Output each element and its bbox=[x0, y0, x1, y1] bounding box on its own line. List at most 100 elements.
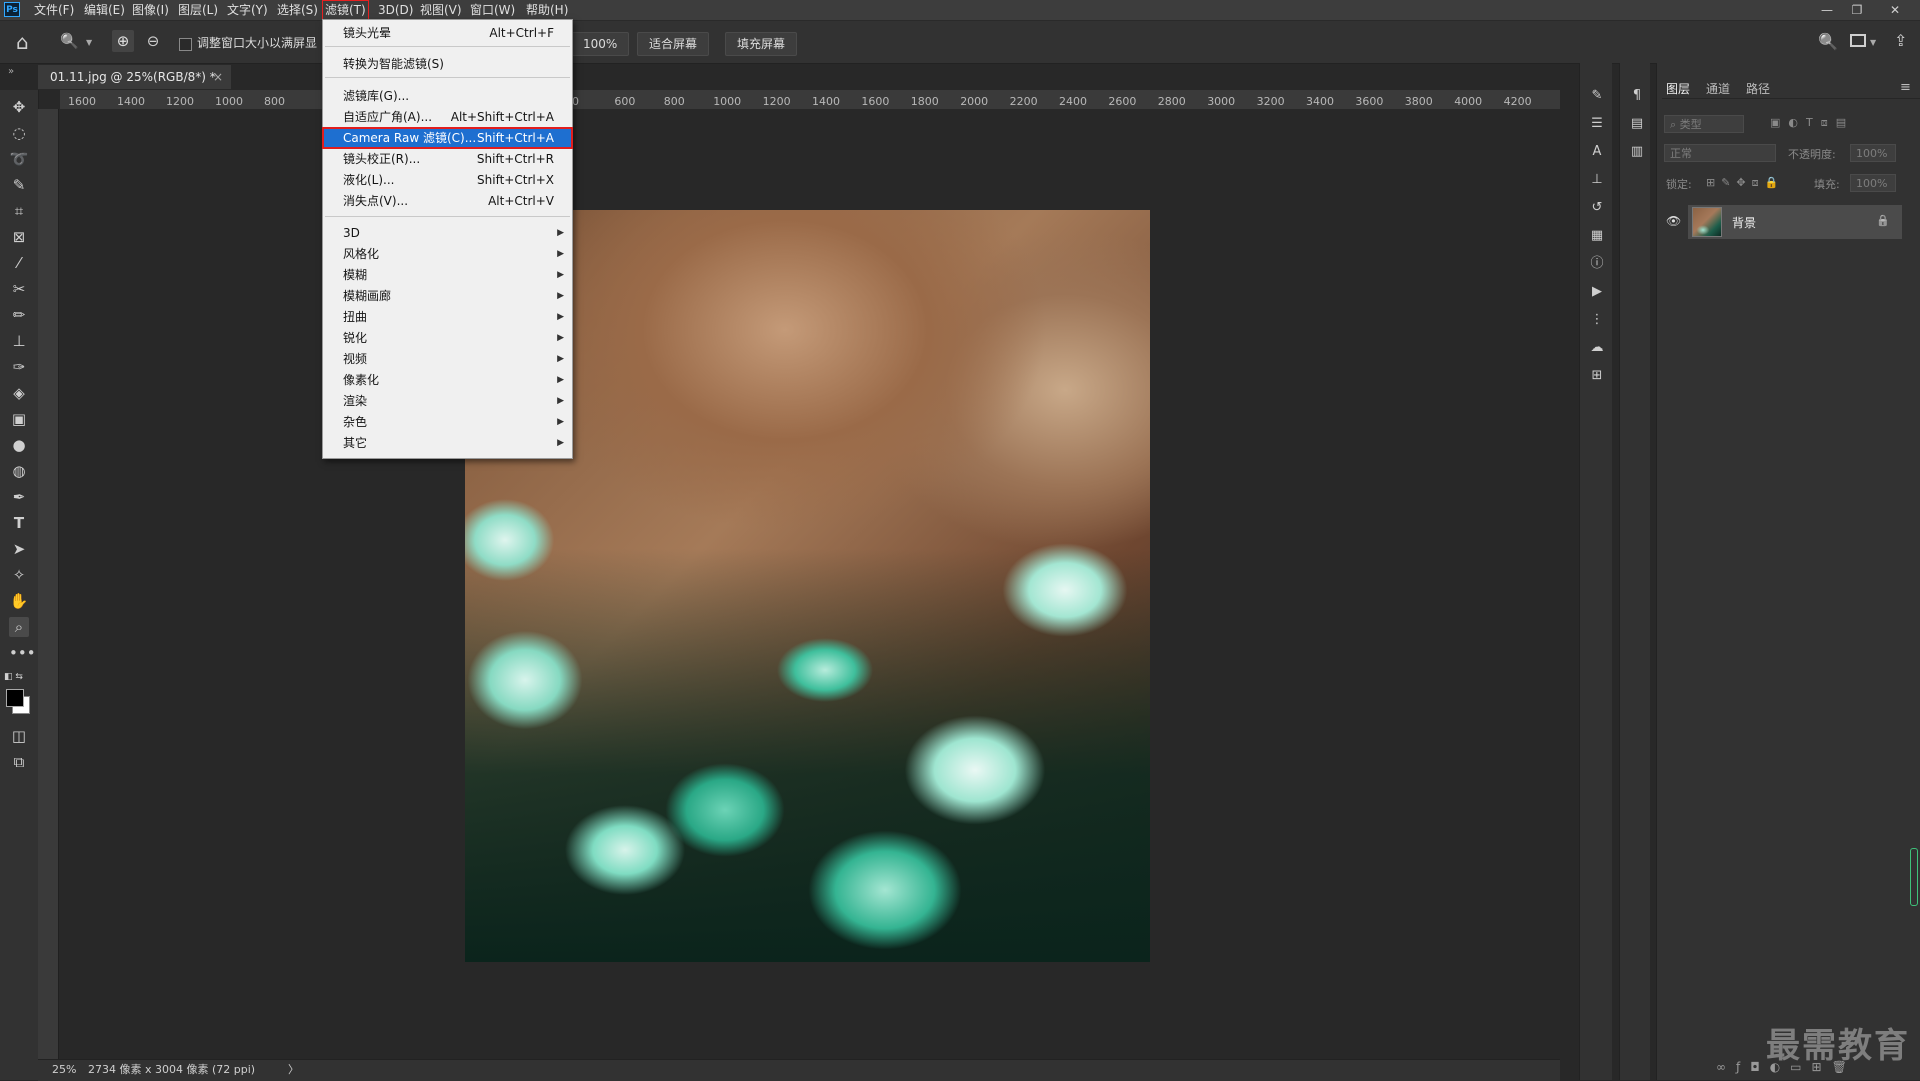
menu-filter[interactable]: 滤镜(T) bbox=[322, 0, 369, 20]
resize-windows-checkbox[interactable] bbox=[179, 38, 192, 51]
quick-select-tool-icon[interactable]: ✎ bbox=[9, 175, 29, 195]
blend-mode-select[interactable]: 正常 bbox=[1664, 144, 1776, 162]
zoom-tool-icon[interactable]: ⌕ bbox=[9, 617, 29, 637]
submenu-other[interactable]: 其它 ▶ bbox=[323, 433, 572, 453]
marquee-tool-icon[interactable]: ◌ bbox=[9, 123, 29, 143]
submenu-3d[interactable]: 3D ▶ bbox=[323, 223, 572, 243]
layer-name[interactable]: 背景 bbox=[1732, 214, 1756, 231]
actions-play-icon[interactable]: ▶ bbox=[1588, 283, 1606, 301]
zoom-in-icon[interactable]: ⊕ bbox=[112, 30, 134, 52]
submenu-sharpen[interactable]: 锐化 ▶ bbox=[323, 328, 572, 348]
brush-tool-icon[interactable]: ✏ bbox=[9, 305, 29, 325]
paragraph-icon[interactable]: ¶ bbox=[1628, 87, 1646, 105]
collapse-toolbar-icon[interactable]: » bbox=[8, 66, 14, 77]
info-icon[interactable]: ⓘ bbox=[1588, 255, 1606, 273]
menu-item-vanishing-point[interactable]: 消失点(V)... Alt+Ctrl+V bbox=[323, 191, 572, 211]
character-icon[interactable]: A bbox=[1588, 143, 1606, 161]
document-tab[interactable]: 01.11.jpg @ 25%(RGB/8*) * × bbox=[38, 65, 231, 89]
properties-icon[interactable]: ▤ bbox=[1628, 115, 1646, 133]
search-icon[interactable]: 🔍 bbox=[1818, 32, 1838, 51]
zoom-100-button[interactable]: 100% bbox=[571, 32, 630, 56]
lock-options-icons[interactable]: ⊞✎✥⧈🔒 bbox=[1706, 176, 1784, 190]
menu-3d[interactable]: 3D(D) bbox=[378, 0, 413, 20]
hand-tool-icon[interactable]: ✋ bbox=[9, 591, 29, 611]
tab-paths[interactable]: 路径 bbox=[1746, 80, 1770, 97]
history-brush-tool-icon[interactable]: ✑ bbox=[9, 357, 29, 377]
gradient-tool-icon[interactable]: ▣ bbox=[9, 409, 29, 429]
share-icon[interactable]: ⇪ bbox=[1894, 31, 1907, 50]
path-select-tool-icon[interactable]: ➤ bbox=[9, 539, 29, 559]
history-icon[interactable]: ↺ bbox=[1588, 199, 1606, 217]
more-tools-icon[interactable]: ••• bbox=[9, 643, 36, 663]
home-icon[interactable]: ⌂ bbox=[16, 30, 29, 54]
layer-filter-icons[interactable]: ▣◐T⧈▤ bbox=[1770, 116, 1854, 130]
healing-tool-icon[interactable]: ✂ bbox=[9, 279, 29, 299]
timeline-icon[interactable]: ⋮ bbox=[1588, 311, 1606, 329]
layer-filter-search[interactable]: ⌕ 类型 bbox=[1664, 115, 1744, 133]
shape-tool-icon[interactable]: ✧ bbox=[9, 565, 29, 585]
submenu-video[interactable]: 视频 ▶ bbox=[323, 349, 572, 369]
dodge-tool-icon[interactable]: ◍ bbox=[9, 461, 29, 481]
chevron-down-icon[interactable]: ▼ bbox=[86, 38, 92, 47]
submenu-blur-gallery[interactable]: 模糊画廊 ▶ bbox=[323, 286, 572, 306]
eye-visibility-icon[interactable]: 👁 bbox=[1666, 214, 1681, 228]
blur-tool-icon[interactable]: ● bbox=[9, 435, 29, 455]
eyedropper-tool-icon[interactable]: ⁄ bbox=[9, 253, 29, 273]
crop-tool-icon[interactable]: ⌗ bbox=[9, 201, 29, 221]
tab-channels[interactable]: 通道 bbox=[1706, 80, 1730, 97]
submenu-pixelate[interactable]: 像素化 ▶ bbox=[323, 370, 572, 390]
submenu-distort[interactable]: 扭曲 ▶ bbox=[323, 307, 572, 327]
menu-item-filter-gallery[interactable]: 滤镜库(G)... bbox=[323, 86, 572, 106]
minimize-icon[interactable]: — bbox=[1812, 0, 1842, 20]
frame-tool-icon[interactable]: ⊠ bbox=[9, 227, 29, 247]
lasso-tool-icon[interactable]: ➰ bbox=[9, 149, 29, 169]
pen-tool-icon[interactable]: ✒ bbox=[9, 487, 29, 507]
quick-mask-icon[interactable]: ◫ bbox=[9, 726, 29, 746]
status-zoom[interactable]: 25% bbox=[52, 1060, 76, 1080]
submenu-stylize[interactable]: 风格化 ▶ bbox=[323, 244, 572, 264]
menu-select[interactable]: 选择(S) bbox=[277, 0, 318, 20]
menu-item-lens-flare[interactable]: 镜头光晕 Alt+Ctrl+F bbox=[323, 23, 572, 43]
status-menu-arrow-icon[interactable]: 〉 bbox=[288, 1060, 299, 1080]
tab-close-icon[interactable]: × bbox=[213, 65, 223, 89]
submenu-render[interactable]: 渲染 ▶ bbox=[323, 391, 572, 411]
screen-mode-icon[interactable]: ⧉ bbox=[9, 752, 29, 772]
menu-item-lens-correction[interactable]: 镜头校正(R)... Shift+Ctrl+R bbox=[323, 149, 572, 169]
brush-settings-icon[interactable]: ✎ bbox=[1588, 87, 1606, 105]
move-tool-icon[interactable]: ✥ bbox=[9, 97, 29, 117]
menu-item-convert-smart-filter[interactable]: 转换为智能滤镜(S) bbox=[323, 54, 572, 74]
restore-icon[interactable]: ❐ bbox=[1842, 0, 1872, 20]
submenu-blur[interactable]: 模糊 ▶ bbox=[323, 265, 572, 285]
foreground-color-swatch[interactable] bbox=[6, 689, 24, 707]
submenu-noise[interactable]: 杂色 ▶ bbox=[323, 412, 572, 432]
layer-lock-icon[interactable]: 🔒 bbox=[1876, 214, 1890, 227]
3d-icon[interactable]: ☁ bbox=[1588, 339, 1606, 357]
fill-field[interactable]: 100% bbox=[1850, 174, 1896, 192]
menu-item-liquify[interactable]: 液化(L)... Shift+Ctrl+X bbox=[323, 170, 572, 190]
adjustments-icon[interactable]: ☰ bbox=[1588, 115, 1606, 133]
zoom-out-icon[interactable]: ⊖ bbox=[142, 30, 164, 52]
panel-scroll-indicator[interactable] bbox=[1910, 848, 1918, 906]
fill-screen-button[interactable]: 填充屏幕 bbox=[725, 32, 798, 56]
default-colors-icon[interactable]: ◧ ⇆ bbox=[4, 672, 23, 682]
clone-source-icon[interactable]: ⊥ bbox=[1588, 171, 1606, 189]
close-window-icon[interactable]: ✕ bbox=[1880, 0, 1910, 20]
tab-layers[interactable]: 图层 bbox=[1666, 80, 1690, 97]
table-icon[interactable]: ⊞ bbox=[1588, 367, 1606, 385]
swatches-icon[interactable]: ▦ bbox=[1588, 227, 1606, 245]
menu-item-adaptive-wide-angle[interactable]: 自适应广角(A)... Alt+Shift+Ctrl+A bbox=[323, 107, 572, 127]
fit-screen-button[interactable]: 适合屏幕 bbox=[637, 32, 710, 56]
zoom-tool-icon[interactable]: 🔍 bbox=[60, 32, 79, 50]
panel-menu-icon[interactable]: ≡ bbox=[1900, 80, 1911, 95]
notes-icon[interactable]: ▥ bbox=[1628, 143, 1646, 161]
menu-item-camera-raw-filter[interactable]: Camera Raw 滤镜(C)... Shift+Ctrl+A bbox=[322, 127, 573, 149]
eraser-tool-icon[interactable]: ◈ bbox=[9, 383, 29, 403]
menu-layer[interactable]: 图层(L) bbox=[178, 0, 218, 20]
menu-type[interactable]: 文字(Y) bbox=[227, 0, 268, 20]
workspace-icon[interactable] bbox=[1850, 34, 1866, 47]
menu-file[interactable]: 文件(F) bbox=[34, 0, 74, 20]
menu-help[interactable]: 帮助(H) bbox=[526, 0, 568, 20]
menu-window[interactable]: 窗口(W) bbox=[470, 0, 515, 20]
workspace-chevron-icon[interactable]: ▼ bbox=[1870, 38, 1876, 47]
menu-image[interactable]: 图像(I) bbox=[132, 0, 169, 20]
